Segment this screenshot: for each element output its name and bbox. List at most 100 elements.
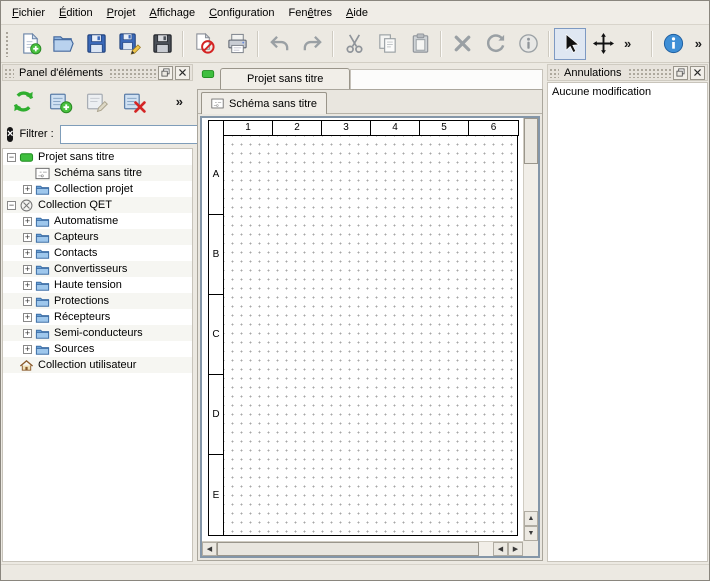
tree-item[interactable]: +Récepteurs [3, 309, 192, 325]
print-button[interactable] [221, 28, 253, 60]
tree-item[interactable]: +Automatisme [3, 213, 192, 229]
vertical-scrollbar-thumb[interactable] [524, 118, 538, 164]
tree-expander[interactable]: + [23, 233, 32, 242]
tree-item[interactable]: Collection utilisateur [3, 357, 192, 373]
statusbar [1, 564, 709, 580]
tree-item[interactable]: −Projet sans titre [3, 149, 192, 165]
rotate-selection-button[interactable] [479, 28, 511, 60]
toolbar-separator [182, 31, 184, 57]
undo-button[interactable] [263, 28, 295, 60]
close-button[interactable] [690, 66, 705, 80]
edit-properties-button[interactable] [512, 28, 544, 60]
paste-button[interactable] [404, 28, 436, 60]
tree-item[interactable]: +Convertisseurs [3, 261, 192, 277]
tree-expander[interactable]: + [23, 329, 32, 338]
tree-item[interactable]: +Sources [3, 341, 192, 357]
toolbar-group [263, 28, 328, 60]
menu-affichage[interactable]: Affichage [142, 3, 202, 23]
delete-selection-button[interactable] [446, 28, 478, 60]
copy-button[interactable] [371, 28, 403, 60]
open-project-button[interactable] [47, 28, 79, 60]
toolbar-overflow-chevron[interactable]: » [620, 36, 635, 51]
undo-history-list[interactable]: Aucune modification [547, 82, 708, 562]
tree-item-label: Contacts [54, 247, 97, 259]
tree-item[interactable]: +Collection projet [3, 181, 192, 197]
new-document-button[interactable] [14, 28, 46, 60]
menu-aide[interactable]: Aide [339, 3, 375, 23]
scroll-left-button-2[interactable] [493, 542, 508, 556]
horizontal-scrollbar-track[interactable] [479, 542, 493, 556]
dock-grip[interactable] [627, 67, 674, 78]
delete-element-button[interactable] [119, 86, 149, 116]
tree-expander[interactable]: + [23, 265, 32, 274]
scroll-right-button[interactable] [508, 542, 523, 556]
tree-expander[interactable]: + [23, 185, 32, 194]
cut-button[interactable] [338, 28, 370, 60]
diagram-grid[interactable] [224, 136, 518, 536]
menu-fichier[interactable]: Fichier [5, 3, 52, 23]
tree-expander[interactable]: − [7, 153, 16, 162]
tree-item[interactable]: −Collection QET [3, 197, 192, 213]
new-document-icon [19, 32, 42, 55]
undo-panel-header[interactable]: Annulations [547, 64, 708, 81]
close-button[interactable] [175, 66, 190, 80]
tree-expander[interactable]: + [23, 297, 32, 306]
dock-float-icon [161, 68, 170, 77]
tree-item[interactable]: Schéma sans titre [3, 165, 192, 181]
tree-expander[interactable]: + [23, 313, 32, 322]
save-as-button[interactable] [113, 28, 145, 60]
tree-expander[interactable]: + [23, 345, 32, 354]
menu-configuration[interactable]: Configuration [202, 3, 281, 23]
float-button[interactable] [158, 66, 173, 80]
filter-input[interactable] [60, 125, 210, 144]
vertical-scrollbar[interactable] [523, 118, 538, 541]
schema-tab[interactable]: Schéma sans titre [201, 92, 327, 114]
horizontal-scrollbar-thumb[interactable] [217, 542, 479, 556]
dock-grip[interactable] [108, 67, 158, 78]
tree-expander[interactable]: − [7, 201, 16, 210]
tree-expander[interactable]: + [23, 249, 32, 258]
row-header-cell: A [209, 135, 223, 215]
scroll-left-button[interactable] [202, 542, 217, 556]
tree-item[interactable]: +Semi-conducteurs [3, 325, 192, 341]
diagram-corner-cell [208, 120, 224, 136]
save-button[interactable] [80, 28, 112, 60]
folder-icon [35, 230, 50, 245]
toolbar-grip[interactable] [5, 31, 10, 57]
select-mode-button[interactable] [554, 28, 586, 60]
close-file-button[interactable] [188, 28, 220, 60]
menu-projet[interactable]: Projet [100, 3, 143, 23]
menu-fenetres[interactable]: Fenêtres [282, 3, 339, 23]
project-tab[interactable]: Projet sans titre [220, 68, 350, 89]
clear-filter-button[interactable] [7, 127, 13, 142]
dock-grip[interactable] [548, 67, 559, 78]
about-qet-button[interactable] [658, 28, 690, 60]
tree-item-label: Haute tension [54, 279, 122, 291]
move-mode-button[interactable] [587, 28, 619, 60]
tree-item[interactable]: + Haute tension [3, 277, 192, 293]
menu-edition[interactable]: Édition [52, 3, 100, 23]
elements-panel-header[interactable]: Panel d'éléments [2, 64, 193, 81]
scroll-down-button[interactable] [524, 526, 538, 541]
reload-collections-button[interactable] [8, 86, 38, 116]
tree-item[interactable]: +Protections [3, 293, 192, 309]
scroll-up-button[interactable] [524, 511, 538, 526]
tree-item[interactable]: +Capteurs [3, 229, 192, 245]
dock-grip[interactable] [3, 67, 14, 78]
panel-toolbar-overflow-chevron[interactable]: » [172, 94, 187, 109]
redo-button[interactable] [296, 28, 328, 60]
vertical-scrollbar-track[interactable] [524, 164, 538, 511]
save-all-button[interactable] [146, 28, 178, 60]
tree-item[interactable]: + Contacts [3, 245, 192, 261]
diagram-canvas[interactable]: 123456 ABCDE [202, 118, 523, 541]
column-header-cell: 5 [420, 121, 469, 135]
float-button[interactable] [673, 66, 688, 80]
horizontal-scrollbar[interactable] [202, 541, 523, 556]
tree-expander[interactable]: + [23, 217, 32, 226]
toolbar-overflow-chevron[interactable]: » [691, 36, 706, 51]
edit-element-button[interactable] [82, 86, 112, 116]
tree-expander[interactable]: + [23, 281, 32, 290]
new-element-button[interactable] [45, 86, 75, 116]
folder-icon [35, 214, 50, 229]
paste-icon [409, 32, 432, 55]
